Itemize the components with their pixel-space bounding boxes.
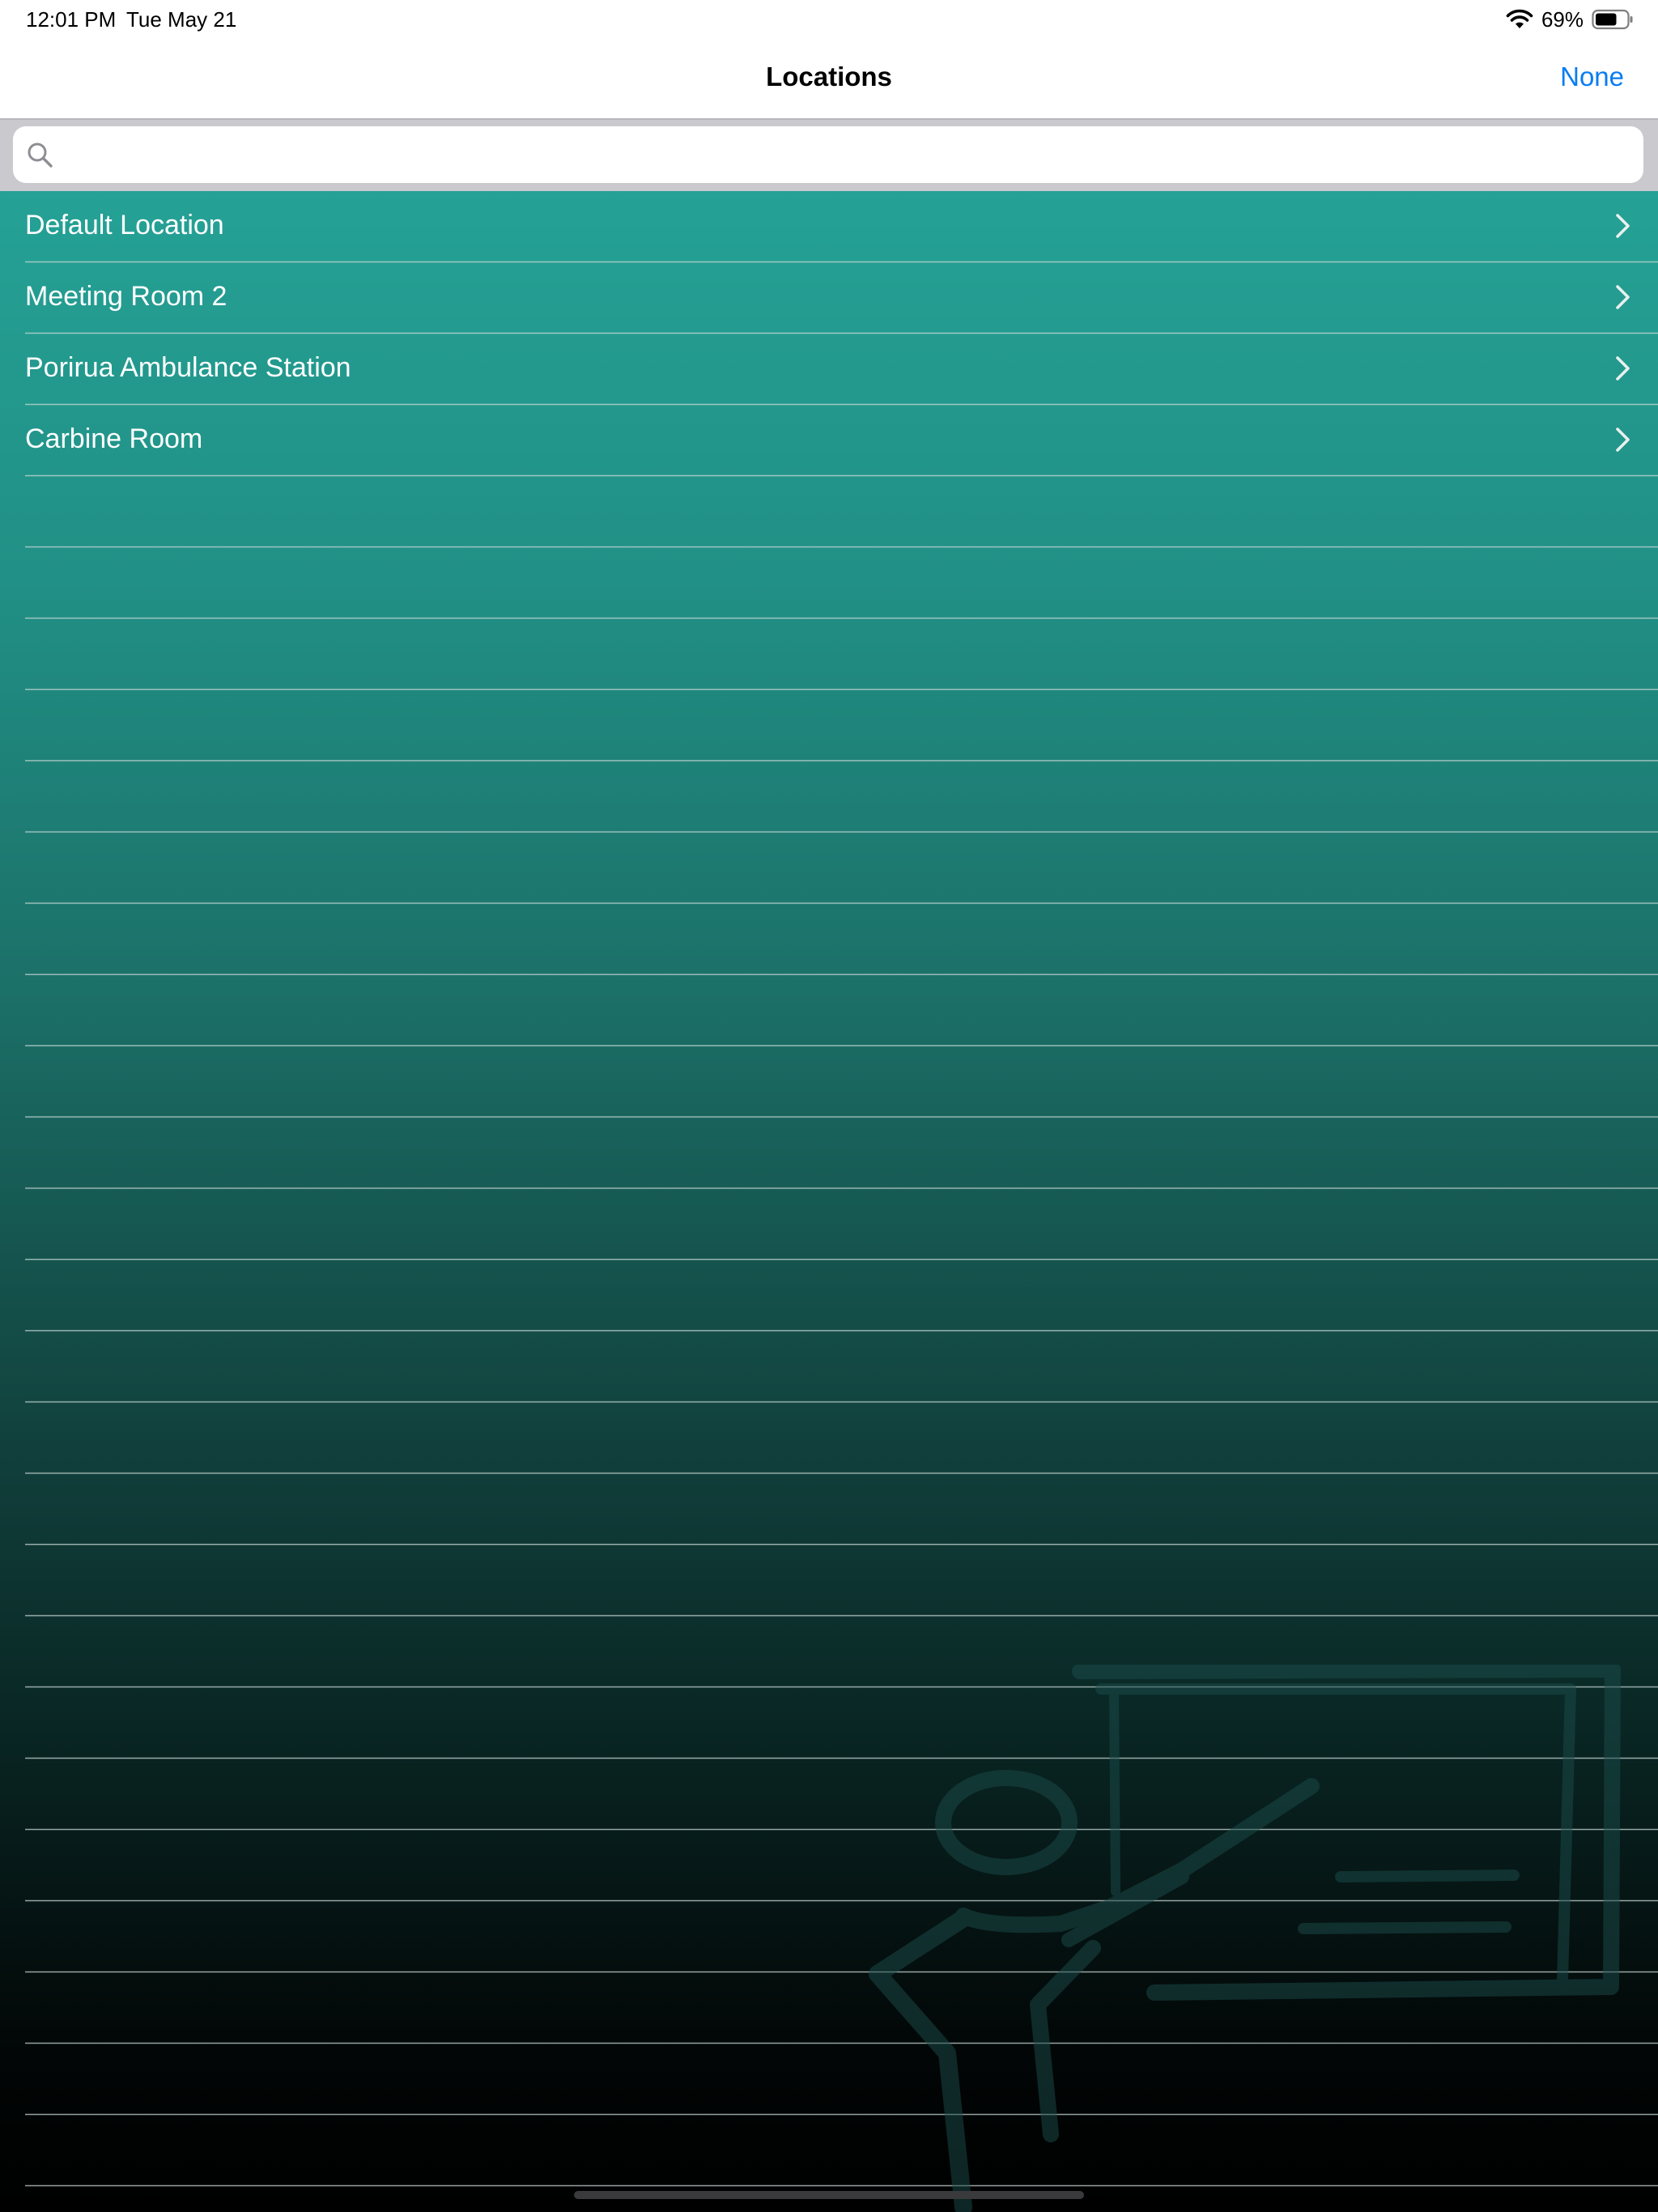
search-field[interactable]: [13, 126, 1643, 183]
list-item[interactable]: Porirua Ambulance Station: [0, 334, 1658, 405]
home-indicator[interactable]: [574, 2191, 1084, 2199]
list-item-label: Carbine Room: [25, 423, 203, 454]
header: 12:01 PM Tue May 21 69% Locations None: [0, 0, 1658, 120]
chevron-right-icon: [1616, 428, 1630, 452]
chevron-right-icon: [1616, 214, 1630, 238]
page-title: Locations: [766, 62, 892, 91]
list-item-label: Meeting Room 2: [25, 281, 227, 312]
search-icon: [28, 143, 53, 168]
search-bar: [0, 120, 1658, 191]
list-item[interactable]: Carbine Room: [0, 405, 1658, 476]
list-item-label: Default Location: [25, 210, 224, 240]
list-item[interactable]: Default Location: [0, 191, 1658, 262]
search-input[interactable]: [63, 140, 1605, 169]
wifi-icon: [1506, 9, 1533, 28]
none-button[interactable]: None: [1560, 62, 1624, 92]
locations-list: Default Location Meeting Room 2 Porirua Am…: [0, 191, 1658, 2212]
presenter-watermark-icon: [869, 1665, 1621, 2212]
status-indicators: 69%: [1506, 5, 1634, 34]
battery-icon: [1592, 9, 1633, 30]
status-date: Tue May 21: [126, 7, 237, 32]
list-item[interactable]: Meeting Room 2: [0, 262, 1658, 334]
battery-percent: 69%: [1541, 6, 1584, 32]
chevron-right-icon: [1616, 356, 1630, 381]
chevron-right-icon: [1616, 285, 1630, 309]
list-item-label: Porirua Ambulance Station: [25, 352, 351, 383]
status-time: 12:01 PM: [26, 7, 117, 32]
